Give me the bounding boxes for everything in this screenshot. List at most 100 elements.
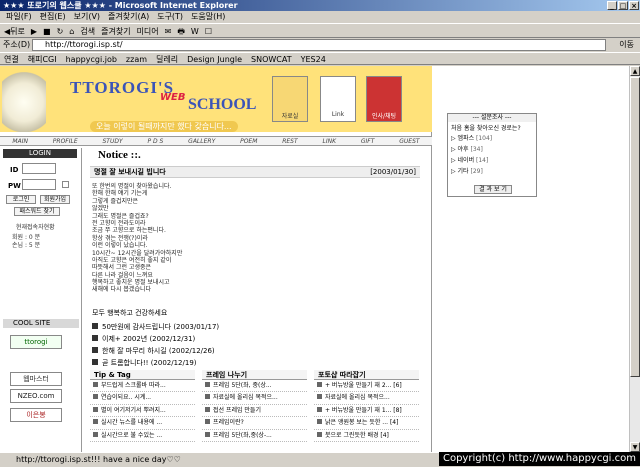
nav-poem[interactable]: POEM: [240, 137, 257, 145]
menu-tools[interactable]: 도구(T): [157, 11, 183, 23]
recent-post[interactable]: 이제+ 2002년 (2002/12/31): [92, 334, 195, 344]
link-item[interactable]: zzam: [126, 53, 147, 64]
board-item[interactable]: + 버뉴방울 만들기 재 2... [6]: [314, 380, 419, 393]
menu-edit[interactable]: 편집(E): [40, 11, 66, 23]
link-item[interactable]: Design Jungle: [187, 53, 242, 64]
board-item[interactable]: 접선 프레임 만들기: [202, 405, 307, 418]
nav-study[interactable]: STUDY: [102, 137, 122, 145]
post-closing: 모두 행복하고 건강하세요: [92, 309, 168, 317]
nav-profile[interactable]: PROFILE: [53, 137, 78, 145]
board-frame: 프레임 나누기 프레임 5단(좌, 중(상... 자료실에 올리심 목적으...…: [202, 370, 307, 442]
minimize-button[interactable]: _: [607, 1, 617, 10]
login-button[interactable]: 로그인: [6, 195, 36, 204]
chat-icon[interactable]: 인사/채팅: [366, 76, 402, 122]
banner-nzeo[interactable]: NZEO.com: [10, 389, 62, 403]
close-button[interactable]: ×: [629, 1, 639, 10]
board-header[interactable]: 포토샵 따라잡기: [314, 370, 419, 380]
media-button[interactable]: 미디어: [137, 24, 159, 37]
recent-post[interactable]: 한해 잘 마무리 하시길 (2002/12/26): [92, 346, 215, 356]
poll-result-button[interactable]: 결 과 보 기: [474, 185, 512, 194]
join-button[interactable]: 회원가입: [40, 195, 70, 204]
link-item[interactable]: SNOWCAT: [251, 53, 292, 64]
scroll-down-icon[interactable]: ▼: [630, 442, 640, 452]
board-tip: Tip & Tag 부드럽게 스크롤바 따라... 연습이되요.. 시계... …: [90, 370, 195, 442]
nav-rest[interactable]: REST: [282, 137, 297, 145]
board-item[interactable]: 별이 여기저기서 뿌려지...: [90, 405, 195, 418]
home-button[interactable]: ⌂: [69, 24, 74, 37]
link-item[interactable]: 딜레리: [156, 53, 178, 64]
board-item[interactable]: 연습이되요.. 시계...: [90, 392, 195, 405]
scroll-up-icon[interactable]: ▲: [630, 66, 640, 76]
id-input[interactable]: [22, 163, 56, 174]
menu-file[interactable]: 파일(F): [6, 11, 32, 23]
nav-pds[interactable]: P D S: [147, 137, 163, 145]
banner-eunbong[interactable]: 이은봉: [10, 408, 62, 422]
board-item[interactable]: 붓으로 그린듯한 배경 [4]: [314, 430, 419, 442]
link-item[interactable]: 해피CGI: [28, 53, 57, 64]
board-item[interactable]: 낡은 앵원봉 보는 듯한 ... [4]: [314, 417, 419, 430]
print-icon[interactable]: 🖶: [177, 24, 185, 37]
discuss-icon[interactable]: ☐: [205, 24, 212, 37]
pw-input[interactable]: [22, 179, 56, 190]
window-titlebar: ★★★ 또로기의 웹스쿨 ★★★ - Microsoft Internet Ex…: [0, 0, 640, 11]
poll-option[interactable]: ▷ 네이버 [14]: [448, 155, 536, 166]
board-item[interactable]: 자료실에 올리심 목적으...: [202, 392, 307, 405]
nav-main[interactable]: MAIN: [12, 137, 28, 145]
address-input[interactable]: http://ttorogi.isp.st/: [32, 39, 606, 51]
banner-webmaster[interactable]: 웹마스터: [10, 372, 62, 386]
link-item[interactable]: YES24: [301, 53, 326, 64]
scroll-thumb[interactable]: [630, 77, 640, 377]
board-item[interactable]: 실시간으로 불 수있는 ...: [90, 430, 195, 442]
menu-view[interactable]: 보기(V): [74, 11, 100, 23]
board-item[interactable]: 부드럽게 스크롤바 따라...: [90, 380, 195, 393]
board-header[interactable]: Tip & Tag: [90, 370, 195, 380]
word-icon[interactable]: W: [191, 24, 199, 37]
lightbulb-icon: [2, 66, 46, 132]
search-button[interactable]: 검색: [80, 24, 95, 37]
board-header[interactable]: 프레임 나누기: [202, 370, 307, 380]
forward-button[interactable]: ▶: [31, 24, 37, 37]
board-item[interactable]: 프레임 5단(좌,중(상-...: [202, 430, 307, 442]
menu-favorites[interactable]: 즐겨찾기(A): [108, 11, 149, 23]
recent-post-title[interactable]: 한해 잘 마무리 하시길 (2002/12/26): [102, 347, 215, 355]
recent-post-title[interactable]: 50만원에 감사드립니다 (2003/01/17): [102, 323, 219, 331]
link-item[interactable]: happycgi.job: [66, 53, 117, 64]
board-item[interactable]: 자료실에 올리심 목적으...: [314, 392, 419, 405]
recent-post-title[interactable]: 곧 트롬합니다!! (2002/12/19): [102, 359, 197, 367]
recent-post-title[interactable]: 이제+ 2002년 (2002/12/31): [102, 335, 195, 343]
poll-box: --- 설문조사 --- 처음 홈을 찾아오신 경로는? ▷ 엠파스 [104]…: [447, 113, 537, 197]
bullet-icon: [93, 382, 98, 387]
favorites-button[interactable]: 즐겨찾기: [101, 24, 130, 37]
link-icon[interactable]: Link: [320, 76, 356, 122]
recent-post[interactable]: 곧 트롬합니다!! (2002/12/19): [92, 358, 197, 368]
nav-gallery[interactable]: GALLERY: [188, 137, 215, 145]
post-title[interactable]: 명절 잘 보내시길 빕니다: [94, 167, 166, 178]
banner-ttorogi[interactable]: ttorogi: [10, 335, 62, 349]
board-item[interactable]: 프레임이란?: [202, 417, 307, 430]
find-password-button[interactable]: 패스워드 찾기: [14, 207, 60, 216]
board-item[interactable]: + 버뉴방울 만들기 재 1... [8]: [314, 405, 419, 418]
menu-help[interactable]: 도움말(H): [191, 11, 225, 23]
bullet-icon: [317, 394, 322, 400]
address-bar: 주소(D) http://ttorogi.isp.st/ 이동: [0, 38, 640, 52]
mail-icon[interactable]: ✉: [165, 24, 172, 37]
stop-button[interactable]: ■: [43, 24, 51, 37]
maximize-button[interactable]: □: [618, 1, 628, 10]
save-id-checkbox[interactable]: [62, 181, 69, 188]
post-line: 한해 한해 얘기 기는게: [92, 190, 148, 198]
poll-option[interactable]: ▷ 기타 [29]: [448, 166, 536, 177]
nav-link[interactable]: LINK: [322, 137, 336, 145]
refresh-button[interactable]: ↻: [57, 24, 64, 37]
board-item[interactable]: 실시간 뉴스를 내용에 ...: [90, 417, 195, 430]
poll-option[interactable]: ▷ 엠파스 [104]: [448, 133, 536, 144]
recent-post[interactable]: 50만원에 감사드립니다 (2003/01/17): [92, 322, 219, 332]
go-button[interactable]: 이동: [619, 38, 634, 52]
poll-option[interactable]: ▷ 야후 [34]: [448, 144, 536, 155]
nav-gift[interactable]: GIFT: [361, 137, 375, 145]
nav-guest[interactable]: GUEST: [399, 137, 419, 145]
vertical-scrollbar[interactable]: ▲ ▼: [629, 66, 640, 452]
site-logo[interactable]: TTOROGI'S: [70, 78, 174, 98]
board-item[interactable]: 프레임 5단(좌, 중(상...: [202, 380, 307, 393]
back-button[interactable]: ◀뒤로: [4, 24, 25, 37]
pds-icon[interactable]: 자료실: [272, 76, 308, 122]
